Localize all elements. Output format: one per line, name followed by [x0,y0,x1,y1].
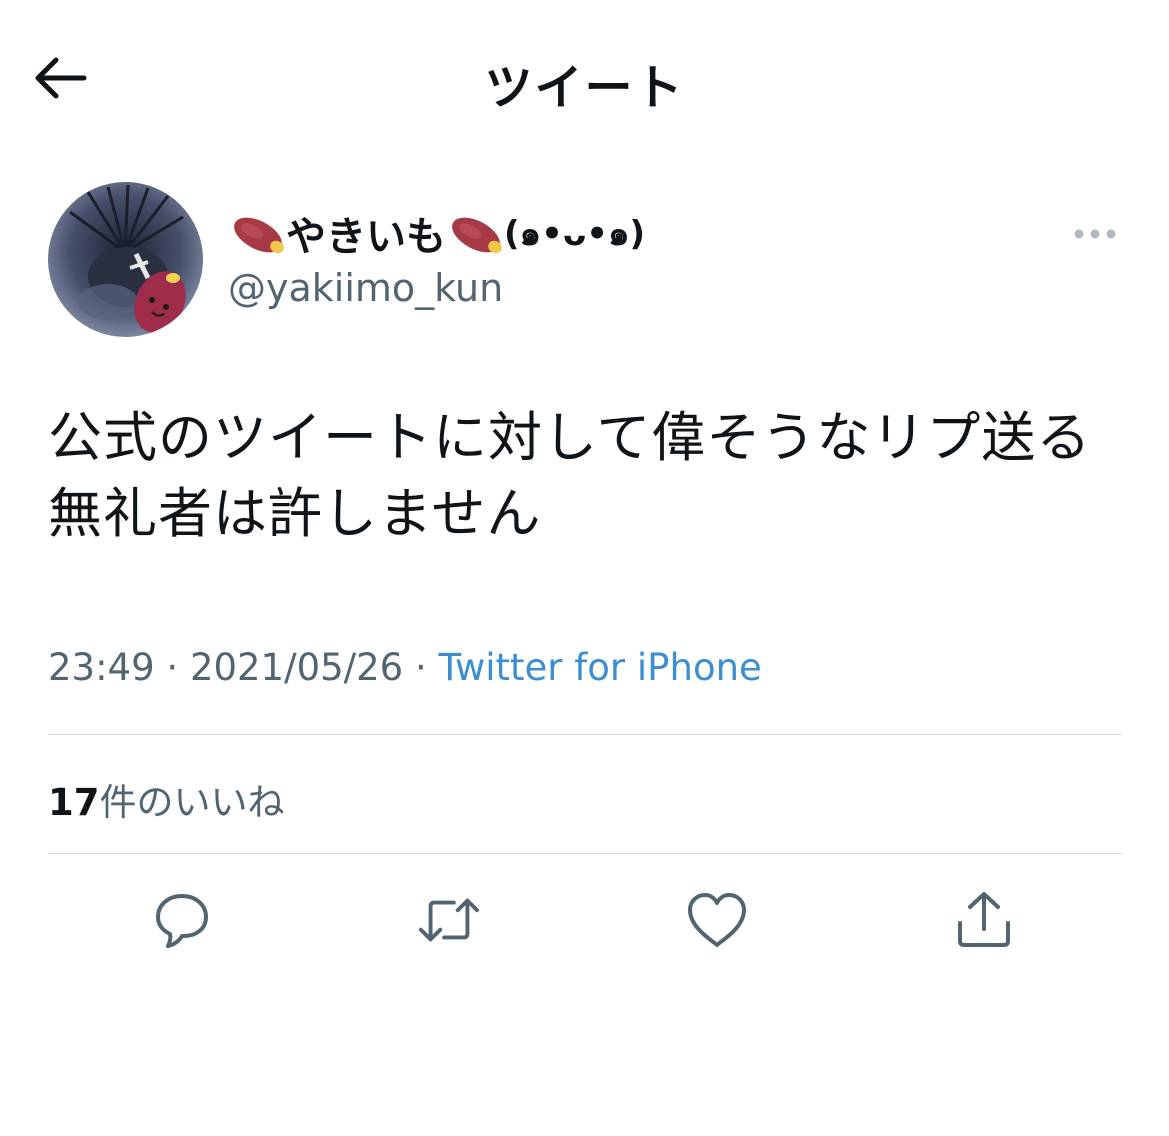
like-button[interactable] [685,888,749,952]
roasted-sweet-potato-icon [234,217,284,254]
meta-separator: · [403,646,439,689]
tweet-source-link[interactable]: Twitter for iPhone [439,646,762,689]
tweet-time: 23:49 [48,646,155,689]
author-display-name[interactable]: やきいも (๑•ᴗ•๑) [228,204,645,262]
tweet-actions-bar [0,888,1169,952]
share-icon [958,892,1010,947]
retweet-icon [418,898,480,942]
more-horizontal-icon [1074,229,1116,239]
likes-stat[interactable]: 17件のいいね [48,772,285,826]
author-name-kaomoji: (๑•ᴗ•๑) [504,214,646,254]
reply-icon [156,894,208,948]
author-handle[interactable]: @yakiimo_kun [228,266,503,310]
tweet-date: 2021/05/26 [189,646,404,689]
avatar[interactable] [48,182,203,337]
reply-button[interactable] [150,888,214,952]
roasted-sweet-potato-icon [452,217,502,254]
avatar-image [48,182,203,337]
retweet-button[interactable] [417,888,481,952]
author-name-text: やきいも [286,214,446,260]
page-title: ツイート [484,60,685,116]
heart-icon [688,893,746,947]
share-button[interactable] [952,888,1016,952]
tweet-text: 公式のツイートに対して偉そうなリプ送る無礼者は許しません [48,406,1092,545]
divider [48,853,1122,854]
likes-count: 17 [48,781,100,824]
likes-label: 件のいいね [99,781,285,824]
divider [48,734,1122,735]
tweet-metadata: 23:49 · 2021/05/26 · Twitter for iPhone [48,646,762,689]
header: ツイート [0,0,1169,160]
more-options-button[interactable] [1070,214,1120,254]
meta-separator: · [154,646,190,689]
